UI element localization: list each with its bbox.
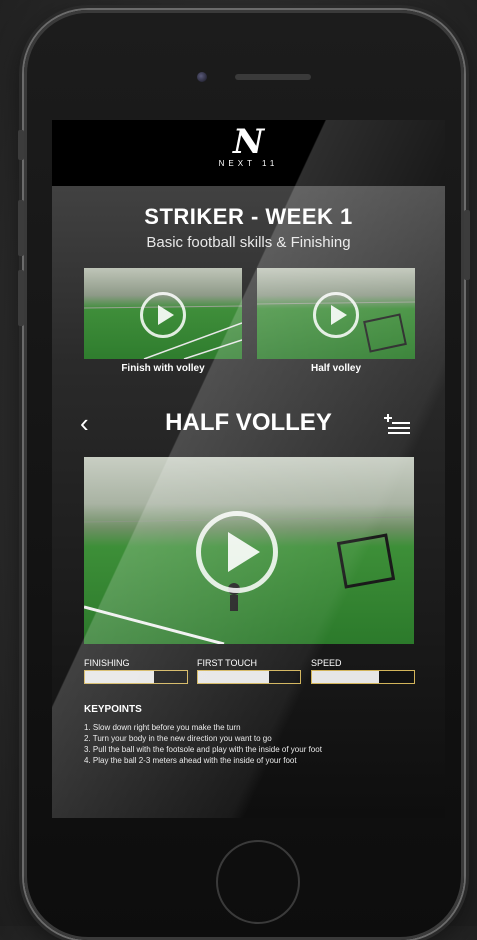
skill-rating-label: FIRST TOUCH: [197, 658, 258, 668]
home-button[interactable]: [216, 840, 300, 924]
thumbnail-caption: Half volley: [310, 363, 362, 374]
skill-rating-label: SPEED: [311, 658, 342, 668]
skill-rating: FINISHING: [84, 658, 188, 684]
skill-rating-bar: [197, 670, 301, 684]
logo-text: NEXT 11: [218, 159, 279, 168]
video-thumbnail-finish-with-volley[interactable]: [84, 268, 242, 359]
skill-rating-fill: [85, 671, 155, 683]
keypoint-item: 2. Turn your body in the new direction y…: [84, 734, 272, 743]
skill-rating-label: FINISHING: [84, 658, 130, 668]
play-icon[interactable]: [313, 292, 359, 338]
keypoints-title: KEYPOINTS: [84, 704, 142, 715]
volume-down-button: [18, 270, 24, 326]
add-to-list-icon[interactable]: [380, 412, 412, 436]
play-icon[interactable]: [140, 292, 186, 338]
app-screen: N NEXT 11 STRIKER - WEEK 1 Basic footbal…: [52, 120, 445, 818]
skill-rating-bar: [84, 670, 188, 684]
skill-rating: SPEED: [311, 658, 415, 684]
keypoint-item: 1. Slow down right before you make the t…: [84, 723, 241, 732]
keypoint-item: 3. Pull the ball with the footsole and p…: [84, 745, 322, 754]
logo-mark: N: [232, 122, 265, 162]
mute-switch: [18, 130, 24, 160]
skill-rating-fill: [198, 671, 270, 683]
keypoints-list: 1. Slow down right before you make the t…: [84, 722, 322, 766]
play-icon[interactable]: [196, 511, 278, 593]
skill-rating-fill: [312, 671, 380, 683]
drill-nav-bar: ‹ HALF VOLLEY: [52, 406, 445, 442]
video-thumbnail-half-volley[interactable]: [257, 268, 415, 359]
thumbnail-caption: Finish with volley: [121, 363, 205, 374]
volume-up-button: [18, 200, 24, 256]
skill-rating-bar: [311, 670, 415, 684]
keypoint-item: 4. Play the ball 2-3 meters ahead with t…: [84, 756, 297, 765]
brand-logo: N NEXT 11: [52, 124, 445, 168]
program-subtitle: Basic football skills & Finishing: [146, 234, 351, 251]
main-video-player[interactable]: [84, 457, 414, 644]
power-button: [464, 210, 470, 280]
skill-rating: FIRST TOUCH: [197, 658, 301, 684]
front-camera: [197, 72, 207, 82]
earpiece-speaker: [235, 74, 311, 80]
program-title: STRIKER - WEEK 1: [144, 204, 353, 229]
